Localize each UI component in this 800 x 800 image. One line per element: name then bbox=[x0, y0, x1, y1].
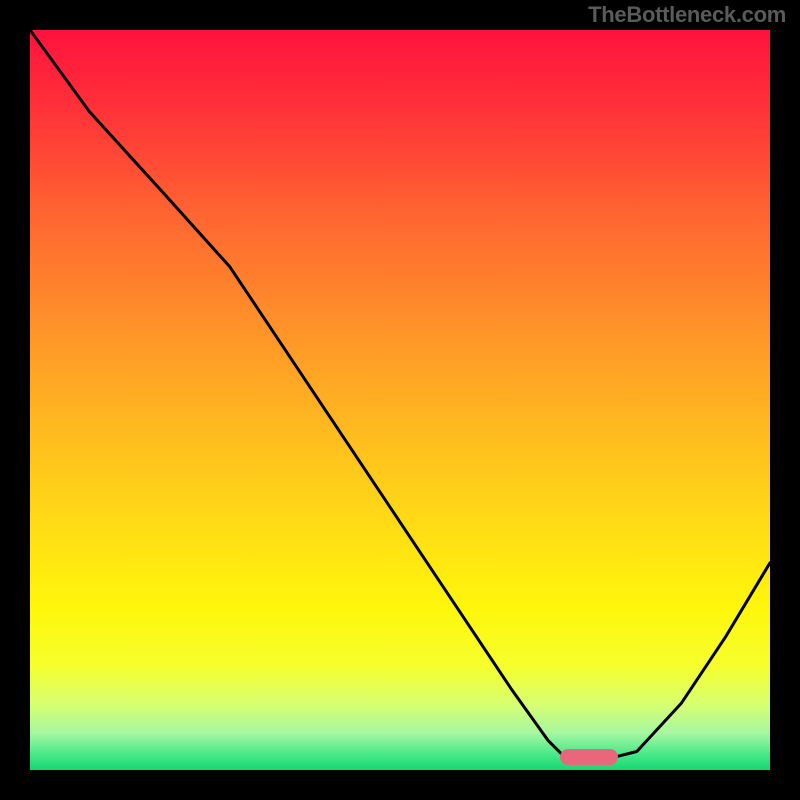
bottleneck-chart bbox=[30, 30, 770, 770]
watermark: TheBottleneck.com bbox=[588, 2, 786, 28]
chart-background bbox=[30, 30, 770, 770]
chart-frame bbox=[27, 27, 773, 773]
optimum-marker bbox=[560, 749, 618, 765]
